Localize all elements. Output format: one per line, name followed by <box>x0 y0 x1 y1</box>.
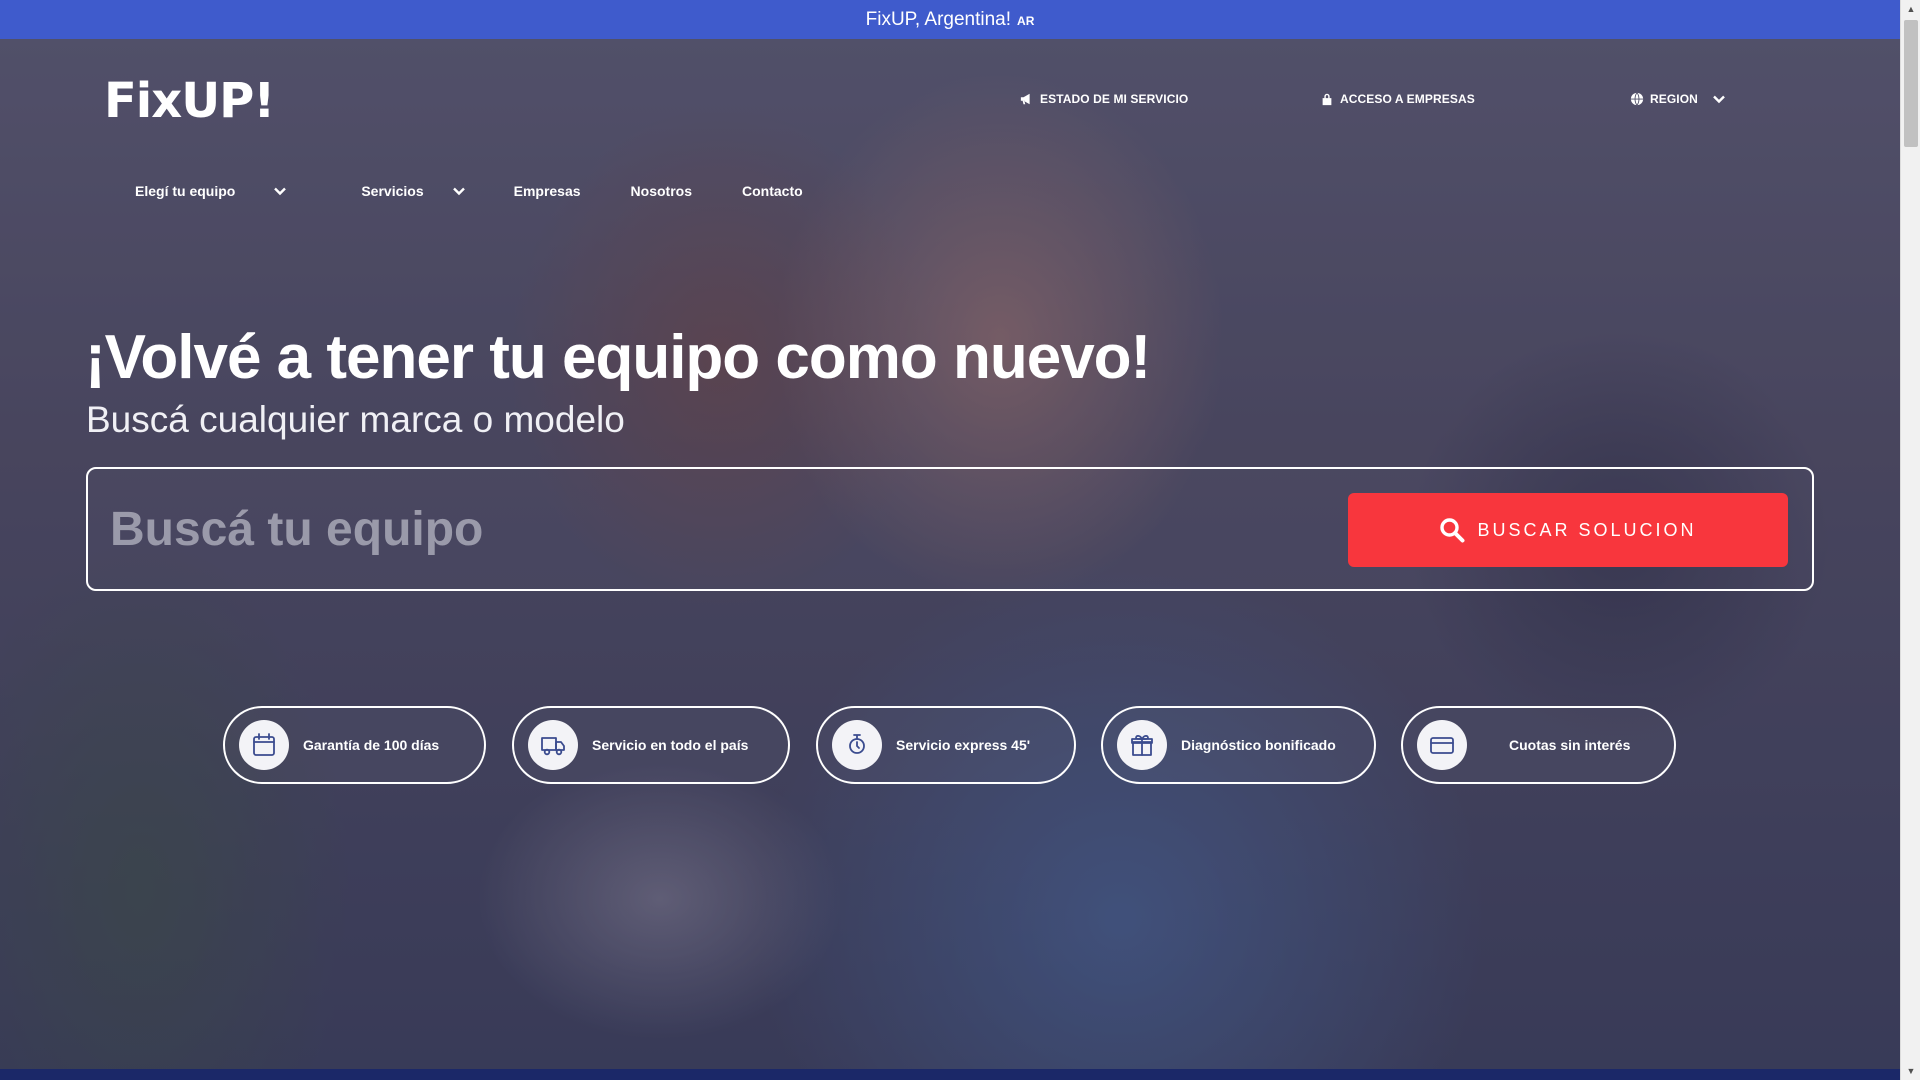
nav-item-empresas[interactable]: Empresas <box>514 183 581 199</box>
chevron-down-icon <box>1713 95 1725 104</box>
feature-express-label: Servicio express 45' <box>896 737 1031 753</box>
feature-guarantee-label: Garantía de 100 días <box>303 737 440 753</box>
main-nav: Elegí tu equipo Servicios Empresas Nosot… <box>135 183 803 199</box>
feature-nationwide-label: Servicio en todo el país <box>592 737 749 753</box>
feature-installments[interactable]: Cuotas sin interés <box>1401 706 1676 784</box>
page-scrollbar[interactable]: ▲ ▼ <box>1900 0 1920 1080</box>
nav-item-equipo-label: Elegí tu equipo <box>135 183 236 199</box>
globe-icon <box>1630 92 1644 106</box>
stopwatch-icon <box>832 720 882 770</box>
feature-installments-label: Cuotas sin interés <box>1509 737 1631 753</box>
service-status-link[interactable]: ESTADO DE MI SERVICIO <box>1020 92 1188 106</box>
nav-item-equipo[interactable]: Elegí tu equipo <box>135 183 287 199</box>
business-access-label: ACCESO A EMPRESAS <box>1340 92 1475 106</box>
nav-item-nosotros[interactable]: Nosotros <box>631 183 692 199</box>
chevron-down-icon <box>274 187 287 196</box>
credit-card-icon <box>1417 720 1467 770</box>
feature-nationwide[interactable]: Servicio en todo el país <box>512 706 790 784</box>
lock-icon <box>1322 93 1332 106</box>
search-box: BUSCAR SOLUCION <box>86 467 1814 591</box>
feature-diagnosis[interactable]: Diagnóstico bonificado <box>1101 706 1376 784</box>
search-button[interactable]: BUSCAR SOLUCION <box>1348 493 1788 567</box>
scrollbar-thumb[interactable] <box>1904 20 1918 147</box>
hero-headline: ¡Volvé a tener tu equipo como nuevo! <box>85 323 1151 392</box>
search-icon <box>1440 518 1465 543</box>
device-search-input[interactable] <box>110 491 1410 567</box>
nav-item-servicios[interactable]: Servicios <box>361 183 465 199</box>
bottom-strip <box>0 1069 1900 1080</box>
hero-subheadline: Buscá cualquier marca o modelo <box>86 399 625 440</box>
region-label: REGION <box>1650 92 1698 106</box>
service-status-label: ESTADO DE MI SERVICIO <box>1040 92 1189 106</box>
calendar-icon <box>239 720 289 770</box>
chevron-down-icon <box>452 187 465 196</box>
announcement-text: FixUP, Argentina! <box>865 8 1012 30</box>
feature-express[interactable]: Servicio express 45' <box>816 706 1076 784</box>
country-code: AR <box>1017 14 1035 28</box>
top-announcement-bar: FixUP, Argentina! AR <box>0 0 1900 39</box>
search-button-label: BUSCAR SOLUCION <box>1477 519 1697 540</box>
gift-icon <box>1117 720 1167 770</box>
feature-guarantee[interactable]: Garantía de 100 días <box>223 706 486 784</box>
business-access-link[interactable]: ACCESO A EMPRESAS <box>1320 92 1475 106</box>
megaphone-icon <box>1020 93 1030 105</box>
region-selector[interactable]: REGION <box>1630 92 1726 106</box>
logo[interactable]: FixUP! <box>104 73 275 129</box>
scroll-down-arrow-icon[interactable]: ▼ <box>1906 1066 1916 1076</box>
truck-icon <box>528 720 578 770</box>
hero-section: FixUP! ESTADO DE MI SERVICIO ACCESO A EM… <box>0 39 1900 1069</box>
scroll-up-arrow-icon[interactable]: ▲ <box>1906 4 1916 14</box>
feature-diagnosis-label: Diagnóstico bonificado <box>1181 737 1336 753</box>
nav-item-contacto[interactable]: Contacto <box>742 183 803 199</box>
nav-item-servicios-label: Servicios <box>361 183 424 199</box>
